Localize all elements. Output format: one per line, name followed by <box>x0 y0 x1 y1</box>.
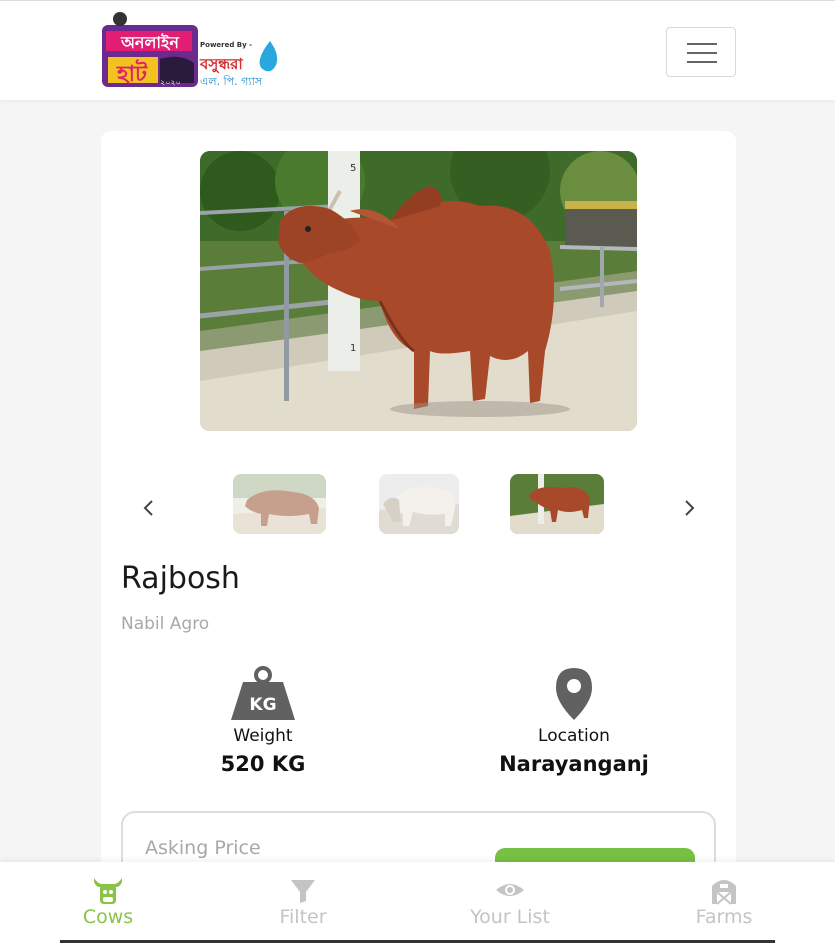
nav-label-filter: Filter <box>279 906 327 928</box>
chevron-right-icon <box>685 500 695 516</box>
nav-farms[interactable]: Farms <box>664 862 784 943</box>
location-stat: Location Narayanganj <box>489 666 659 776</box>
svg-text:২০২০: ২০২০ <box>160 78 181 87</box>
nav-cows[interactable]: Cows <box>48 862 168 943</box>
nav-label-farms: Farms <box>695 906 753 928</box>
location-value: Narayanganj <box>499 752 649 776</box>
location-pin-icon <box>556 668 592 720</box>
hamburger-line <box>687 61 717 63</box>
gallery-thumbnail[interactable] <box>233 474 326 534</box>
svg-text:5: 5 <box>350 163 356 174</box>
brand-logo[interactable]: অনলাইন হাট ২০২০ Powered By - বসুন্ধরা এল… <box>100 11 285 91</box>
cow-name: Rajbosh <box>121 561 240 596</box>
nav-label-your-list: Your List <box>470 906 550 928</box>
weight-icon: KG <box>231 666 295 720</box>
bottom-navigation: Cows Filter Your List Farms <box>0 862 835 943</box>
cow-icon <box>94 878 122 904</box>
svg-text:হাট: হাট <box>116 59 148 87</box>
eye-icon <box>496 884 524 896</box>
gallery-thumbnail-active[interactable] <box>510 474 604 534</box>
svg-text:অনলাইন: অনলাইন <box>120 33 180 52</box>
gallery-thumbnail[interactable] <box>379 474 459 534</box>
nav-filter[interactable]: Filter <box>243 862 363 943</box>
farm-name[interactable]: Nabil Agro <box>121 614 209 634</box>
weight-icon-text: KG <box>249 695 276 715</box>
menu-toggle-button[interactable] <box>666 27 736 77</box>
gallery-prev-arrow[interactable] <box>137 493 161 523</box>
hamburger-line <box>687 52 717 54</box>
product-card: 5 1 Rajbosh Nabil Agro KG Weight 520 KG … <box>101 131 736 943</box>
weight-value: 520 KG <box>220 752 306 776</box>
nav-your-list[interactable]: Your List <box>450 862 570 943</box>
asking-price-label: Asking Price <box>145 837 261 859</box>
svg-text:বসুন্ধরা: বসুন্ধরা <box>199 55 243 73</box>
gallery-next-arrow[interactable] <box>677 493 701 523</box>
nav-label-cows: Cows <box>82 906 134 928</box>
logo-powered-text: Powered By - <box>200 41 252 49</box>
svg-text:এল. পি. গ্যাস: এল. পি. গ্যাস <box>200 75 263 88</box>
main-cow-photo: 5 1 <box>200 151 637 431</box>
location-label: Location <box>538 726 610 746</box>
barn-icon <box>712 880 736 905</box>
weight-label: Weight <box>233 726 293 746</box>
weight-stat: KG Weight 520 KG <box>201 666 325 776</box>
hamburger-line <box>687 43 717 45</box>
svg-text:1: 1 <box>350 343 356 354</box>
chevron-left-icon <box>143 500 153 516</box>
filter-icon <box>291 880 315 903</box>
top-bar: অনলাইন হাট ২০২০ Powered By - বসুন্ধরা এল… <box>0 0 835 100</box>
